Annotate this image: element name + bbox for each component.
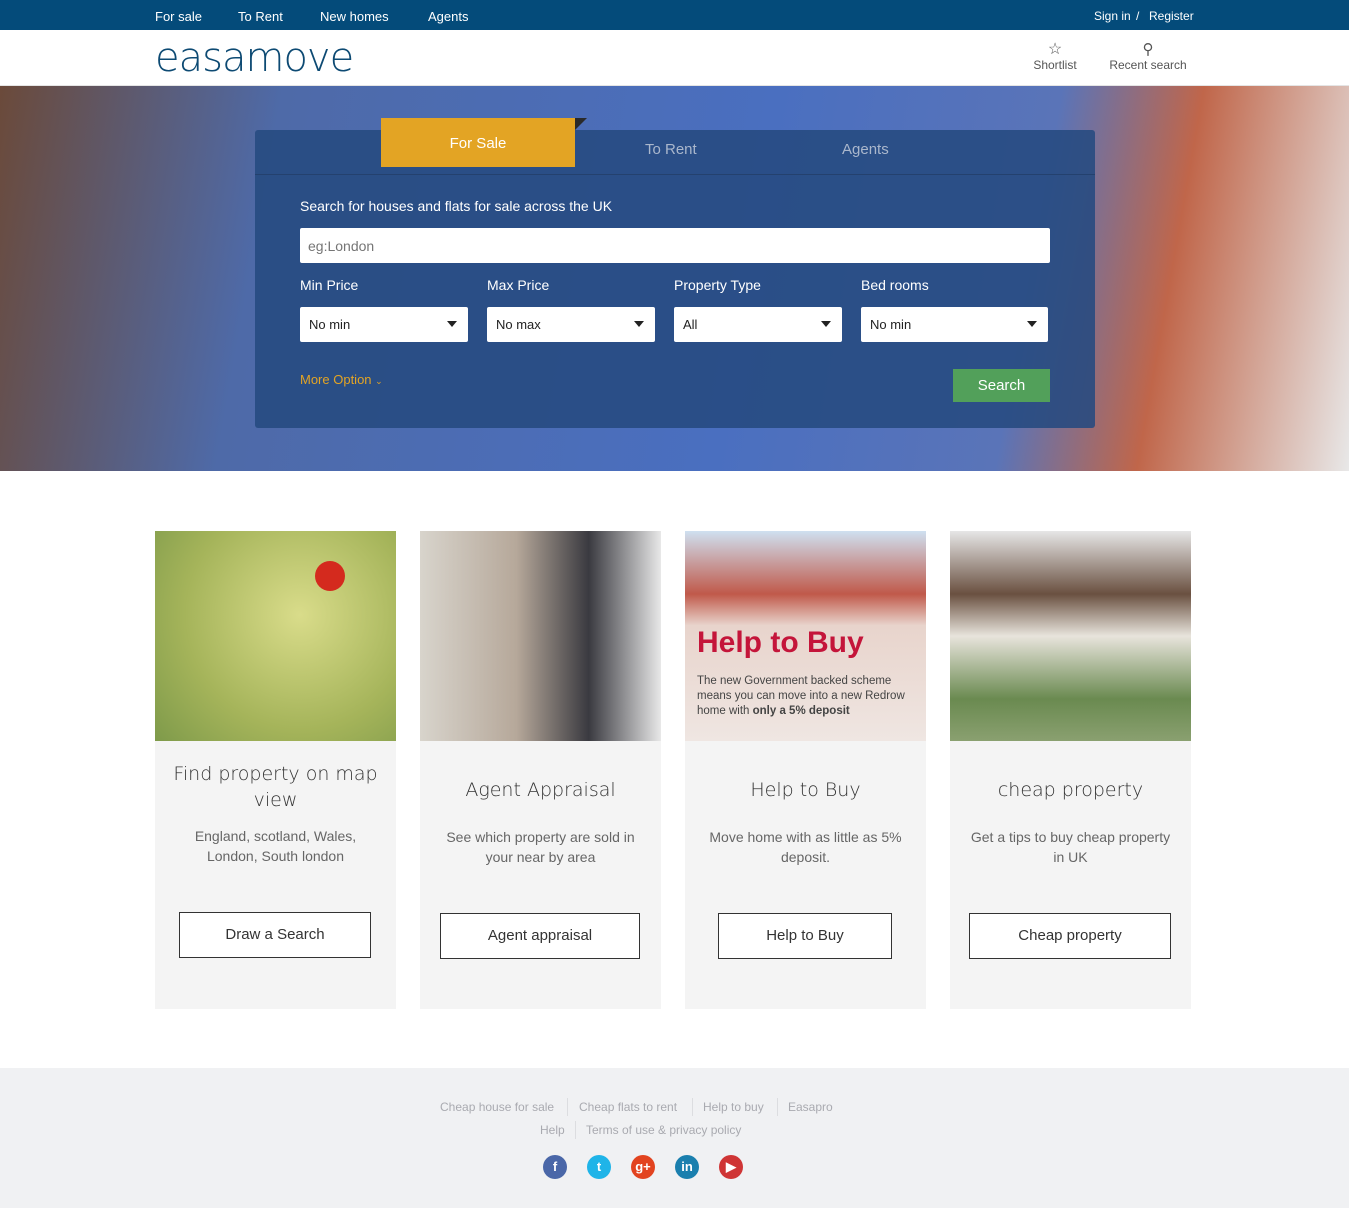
footer-link-cheap-house[interactable]: Cheap house for sale: [440, 1100, 554, 1114]
footer-link-easapro[interactable]: Easapro: [788, 1100, 833, 1114]
shortlist-button[interactable]: ☆ Shortlist: [1030, 41, 1080, 73]
min-price-value: No min: [309, 317, 351, 332]
card-agent-appraisal: Agent Appraisal See which property are s…: [420, 531, 661, 1009]
dropdown-arrow-icon: [821, 321, 831, 327]
register-link[interactable]: Register: [1149, 9, 1194, 23]
search-icon: ⚲: [1142, 41, 1154, 58]
dropdown-arrow-icon: [447, 321, 457, 327]
nav-to-rent[interactable]: To Rent: [238, 9, 283, 24]
google-plus-icon[interactable]: g+: [631, 1155, 655, 1179]
card-title: Agent Appraisal: [465, 779, 616, 801]
card-title: Help to Buy: [750, 779, 861, 801]
divider: [567, 1098, 568, 1116]
footer-link-terms[interactable]: Terms of use & privacy policy: [586, 1123, 741, 1137]
image-text: The new Government backed scheme means y…: [697, 674, 912, 719]
card-description: Move home with as little as 5% deposit.: [709, 829, 902, 865]
card-title: cheap property: [997, 779, 1144, 801]
image-text-bold: only a 5% deposit: [752, 705, 850, 717]
logo[interactable]: easamove: [155, 36, 354, 80]
bedrooms-select[interactable]: No min: [861, 307, 1048, 342]
twitter-icon[interactable]: t: [587, 1155, 611, 1179]
footer-link-cheap-flats[interactable]: Cheap flats to rent: [579, 1100, 677, 1114]
card-description: Get a tips to buy cheap property in UK: [970, 829, 1171, 865]
youtube-icon[interactable]: ▶: [719, 1155, 743, 1179]
divider: [575, 1121, 576, 1139]
min-price-select[interactable]: No min: [300, 307, 468, 342]
dropdown-arrow-icon: [634, 321, 644, 327]
location-input[interactable]: [300, 228, 1050, 263]
property-type-label: Property Type: [674, 277, 761, 293]
footer: [0, 1068, 1349, 1208]
footer-link-help-to-buy[interactable]: Help to buy: [703, 1100, 764, 1114]
image-heading: Help to Buy: [697, 626, 864, 659]
property-type-select[interactable]: All: [674, 307, 842, 342]
tab-agents[interactable]: Agents: [842, 141, 889, 158]
footer-link-help[interactable]: Help: [540, 1123, 565, 1137]
card-map-view: Find property on map view England, scotl…: [155, 531, 396, 1009]
card-help-to-buy: Help to Buy The new Government backed sc…: [685, 531, 926, 1009]
search-button[interactable]: Search: [953, 369, 1050, 402]
nav-new-homes[interactable]: New homes: [320, 9, 389, 24]
shortlist-label: Shortlist: [1033, 58, 1077, 72]
help-to-buy-button[interactable]: Help to Buy: [718, 913, 892, 959]
card-description: See which property are sold in your near…: [446, 829, 635, 865]
top-bar: [0, 0, 1349, 30]
bedrooms-value: No min: [870, 317, 912, 332]
pin-icon: [315, 561, 345, 591]
max-price-select[interactable]: No max: [487, 307, 655, 342]
max-price-value: No max: [496, 317, 541, 332]
divider: [692, 1098, 693, 1116]
cheap-property-button[interactable]: Cheap property: [969, 913, 1171, 959]
agent-photo-image: [420, 531, 661, 741]
tab-corner-decoration: [575, 118, 587, 130]
map-pin-image: [155, 531, 396, 741]
help-to-buy-image: Help to Buy The new Government backed sc…: [685, 531, 926, 741]
nav-for-sale[interactable]: For sale: [155, 9, 202, 24]
min-price-label: Min Price: [300, 277, 359, 293]
nav-agents[interactable]: Agents: [428, 9, 468, 24]
facebook-icon[interactable]: f: [543, 1155, 567, 1179]
tab-for-sale[interactable]: For Sale: [381, 118, 575, 167]
more-option-label: More Option: [300, 372, 372, 387]
max-price-label: Max Price: [487, 277, 550, 293]
more-option-link[interactable]: More Option ⌄: [300, 372, 383, 387]
slash-separator: /: [1136, 9, 1140, 23]
card-cheap-property: cheap property Get a tips to buy cheap p…: [950, 531, 1191, 1009]
bedrooms-label: Bed rooms: [861, 277, 929, 293]
sign-in-link[interactable]: Sign in: [1094, 9, 1131, 23]
tab-to-rent[interactable]: To Rent: [645, 141, 697, 158]
divider: [777, 1098, 778, 1116]
linkedin-icon[interactable]: in: [675, 1155, 699, 1179]
house-image: [950, 531, 1191, 741]
chevron-down-icon: ⌄: [375, 376, 383, 386]
star-icon: ☆: [1047, 41, 1063, 58]
agent-appraisal-button[interactable]: Agent appraisal: [440, 913, 640, 959]
card-title: Find property on map view: [173, 763, 378, 811]
search-panel: To Rent Agents Search for houses and fla…: [255, 130, 1095, 428]
search-heading: Search for houses and flats for sale acr…: [300, 198, 613, 214]
draw-search-button[interactable]: Draw a Search: [179, 912, 371, 958]
dropdown-arrow-icon: [1027, 321, 1037, 327]
property-type-value: All: [683, 317, 698, 332]
recent-search-label: Recent search: [1109, 58, 1187, 72]
card-description: England, scotland, Wales, London, South …: [194, 828, 357, 864]
recent-search-button[interactable]: ⚲ Recent search: [1106, 41, 1190, 73]
